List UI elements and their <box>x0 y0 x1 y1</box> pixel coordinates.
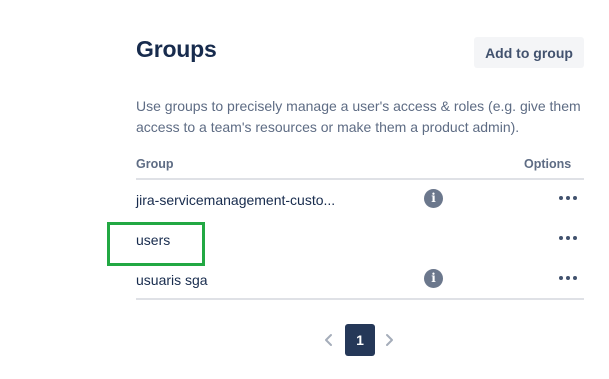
more-dot <box>566 196 570 200</box>
group-name[interactable]: jira-servicemanagement-custo... <box>136 192 335 208</box>
chevron-right-icon[interactable] <box>383 332 395 348</box>
more-dot <box>559 196 563 200</box>
more-dot <box>573 276 577 280</box>
more-options-button[interactable] <box>555 226 581 250</box>
add-to-group-button[interactable]: Add to group <box>474 37 584 68</box>
pagination: 1 <box>320 324 400 356</box>
groups-description: Use groups to precisely manage a user's … <box>136 98 581 135</box>
table-row: usuaris sga i <box>136 260 584 300</box>
group-name[interactable]: users <box>136 232 170 248</box>
page-title: Groups <box>136 36 217 62</box>
page-button-current[interactable]: 1 <box>345 324 375 356</box>
table-row: jira-servicemanagement-custo... i <box>136 180 584 220</box>
column-header-group: Group <box>136 157 174 171</box>
info-icon[interactable]: i <box>424 189 443 208</box>
table-row: users <box>136 220 584 260</box>
more-dot <box>566 236 570 240</box>
more-options-button[interactable] <box>555 186 581 210</box>
table-bottom-divider <box>136 298 584 300</box>
more-dot <box>559 276 563 280</box>
chevron-left-icon[interactable] <box>323 332 335 348</box>
more-dot <box>559 236 563 240</box>
group-name[interactable]: usuaris sga <box>136 272 208 288</box>
more-dot <box>573 236 577 240</box>
more-dot <box>566 276 570 280</box>
column-header-options: Options <box>524 157 572 171</box>
info-icon[interactable]: i <box>424 269 443 288</box>
more-dot <box>573 196 577 200</box>
more-options-button[interactable] <box>555 266 581 290</box>
